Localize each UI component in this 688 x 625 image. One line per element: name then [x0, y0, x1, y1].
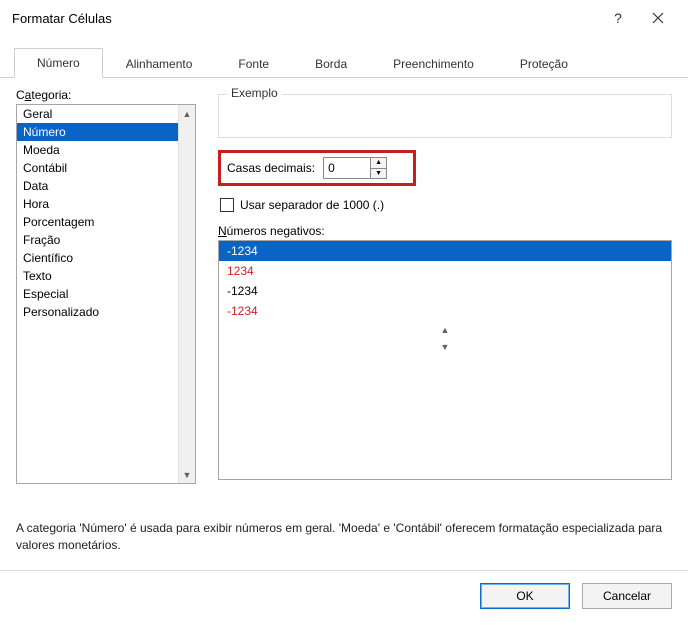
example-label: Exemplo [227, 86, 282, 100]
list-item[interactable]: -1234 [219, 281, 671, 301]
format-cells-dialog: Formatar Células ? NúmeroAlinhamentoFont… [0, 0, 688, 625]
category-label: Categoria: [16, 88, 196, 102]
decimal-places-label: Casas decimais: [227, 161, 315, 175]
list-item[interactable]: Fração [17, 231, 195, 249]
tab-borda[interactable]: Borda [292, 49, 370, 78]
tab-preenchimento[interactable]: Preenchimento [370, 49, 497, 78]
decimal-places-spinner[interactable]: ▲ ▼ [323, 157, 387, 179]
spinner-up-icon[interactable]: ▲ [371, 158, 386, 169]
negative-numbers-label: Números negativos: [218, 224, 672, 238]
cancel-button[interactable]: Cancelar [582, 583, 672, 609]
example-groupbox: Exemplo [218, 94, 672, 138]
list-item[interactable]: Data [17, 177, 195, 195]
scroll-down-icon[interactable]: ▼ [179, 466, 195, 483]
scroll-track[interactable] [179, 122, 195, 466]
category-scrollbar[interactable]: ▲ ▼ [178, 105, 195, 483]
scroll-up-icon[interactable]: ▲ [179, 105, 195, 122]
thousands-separator-row: Usar separador de 1000 (.) [218, 198, 672, 212]
list-item[interactable]: Moeda [17, 141, 195, 159]
tab-proteção[interactable]: Proteção [497, 49, 591, 78]
list-item[interactable]: Especial [17, 285, 195, 303]
negative-numbers-items: -12341234-1234-1234 [219, 241, 671, 321]
ok-button[interactable]: OK [480, 583, 570, 609]
spinner-buttons: ▲ ▼ [370, 158, 386, 178]
list-item[interactable]: Texto [17, 267, 195, 285]
list-item[interactable]: Científico [17, 249, 195, 267]
category-column: Categoria: GeralNúmeroMoedaContábilDataH… [16, 88, 196, 506]
dialog-content: Categoria: GeralNúmeroMoedaContábilDataH… [0, 78, 688, 570]
close-icon [652, 12, 664, 24]
options-column: Exemplo Casas decimais: ▲ ▼ [218, 88, 672, 506]
tab-número[interactable]: Número [14, 48, 103, 78]
list-item[interactable]: Personalizado [17, 303, 195, 321]
scroll-down-icon[interactable]: ▼ [219, 338, 671, 355]
scroll-up-icon[interactable]: ▲ [219, 321, 671, 338]
category-listbox[interactable]: GeralNúmeroMoedaContábilDataHoraPorcenta… [16, 104, 196, 484]
negatives-scrollbar[interactable]: ▲ ▼ [219, 321, 671, 355]
negative-numbers-section: Números negativos: -12341234-1234-1234 ▲… [218, 224, 672, 506]
list-item[interactable]: Porcentagem [17, 213, 195, 231]
close-button[interactable] [638, 4, 678, 32]
decimal-places-input[interactable] [324, 158, 370, 178]
list-item[interactable]: -1234 [219, 241, 671, 261]
tab-strip: NúmeroAlinhamentoFonteBordaPreenchimento… [0, 34, 688, 78]
list-item[interactable]: 1234 [219, 261, 671, 281]
titlebar: Formatar Células ? [0, 0, 688, 34]
negative-numbers-listbox[interactable]: -12341234-1234-1234 ▲ ▼ [218, 240, 672, 480]
list-item[interactable]: Hora [17, 195, 195, 213]
list-item[interactable]: Contábil [17, 159, 195, 177]
thousands-separator-label[interactable]: Usar separador de 1000 (.) [240, 198, 384, 212]
list-item[interactable]: -1234 [219, 301, 671, 321]
category-items: GeralNúmeroMoedaContábilDataHoraPorcenta… [17, 105, 195, 321]
tab-fonte[interactable]: Fonte [215, 49, 292, 78]
dialog-footer: OK Cancelar [0, 570, 688, 625]
category-description: A categoria 'Número' é usada para exibir… [16, 506, 672, 564]
help-button[interactable]: ? [598, 4, 638, 32]
tab-alinhamento[interactable]: Alinhamento [103, 49, 216, 78]
list-item[interactable]: Número [17, 123, 195, 141]
thousands-separator-checkbox[interactable] [220, 198, 234, 212]
upper-area: Categoria: GeralNúmeroMoedaContábilDataH… [16, 88, 672, 506]
decimal-places-row: Casas decimais: ▲ ▼ [218, 150, 416, 186]
dialog-title: Formatar Células [12, 11, 598, 26]
spinner-down-icon[interactable]: ▼ [371, 169, 386, 179]
list-item[interactable]: Geral [17, 105, 195, 123]
